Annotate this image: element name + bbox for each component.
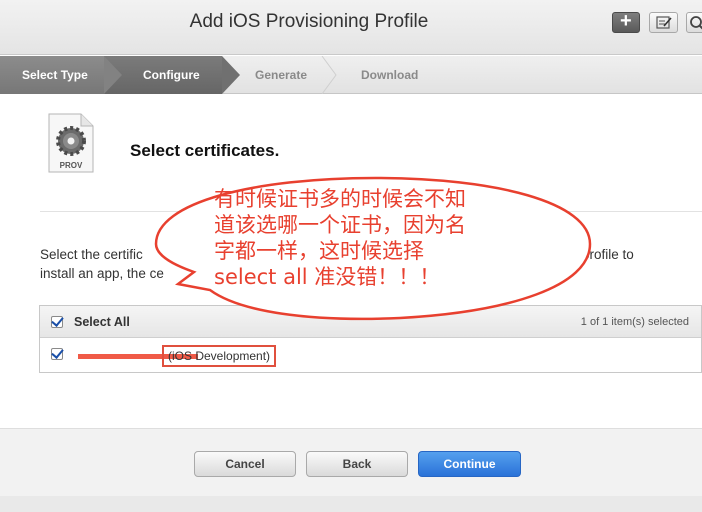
title-bar: Add iOS Provisioning Profile +	[0, 0, 702, 55]
annotation-line1: 有时候证书多的时候会不知	[214, 187, 466, 211]
annotation-line2: 道该选哪一个证书，因为名	[214, 213, 466, 237]
continue-button[interactable]: Continue	[418, 451, 521, 477]
annotation-line3: 字都一样，这时候选择	[214, 239, 424, 263]
step-arrow	[222, 56, 240, 94]
select-all-label[interactable]: Select All	[74, 315, 130, 329]
search-button[interactable]	[686, 12, 702, 33]
step-select-type[interactable]: Select Type	[0, 56, 104, 94]
cancel-button[interactable]: Cancel	[194, 451, 296, 477]
certificate-checkbox[interactable]	[51, 348, 63, 360]
add-button[interactable]: +	[612, 10, 640, 33]
progress-steps: Select Type Configure Generate Download	[0, 56, 702, 94]
step-generate: Generate	[255, 68, 308, 82]
step-download: Download	[361, 68, 419, 82]
back-button[interactable]: Back	[306, 451, 408, 477]
select-all-checkbox[interactable]	[51, 316, 63, 328]
step-arrow	[104, 56, 122, 94]
annotation-text: 有时候证书多的时候会不知 道该选哪一个证书，因为名 字都一样，这时候选择 sel…	[214, 186, 544, 290]
window-title: Add iOS Provisioning Profile	[189, 11, 429, 32]
table-row[interactable]: (iOS Development)	[40, 339, 701, 372]
prov-label: PROV	[60, 161, 83, 170]
certificate-type: (iOS Development)	[162, 345, 277, 367]
search-icon	[690, 16, 702, 30]
edit-icon	[656, 16, 672, 29]
annotation-line4: select all 准没错！！！	[214, 265, 441, 289]
gear-document-icon: PROV	[48, 113, 94, 173]
page-heading: Select certificates.	[130, 141, 280, 160]
footer-bottom	[0, 496, 702, 512]
plus-icon: +	[620, 10, 632, 32]
edit-button[interactable]	[649, 12, 678, 33]
step-separator	[320, 56, 338, 94]
